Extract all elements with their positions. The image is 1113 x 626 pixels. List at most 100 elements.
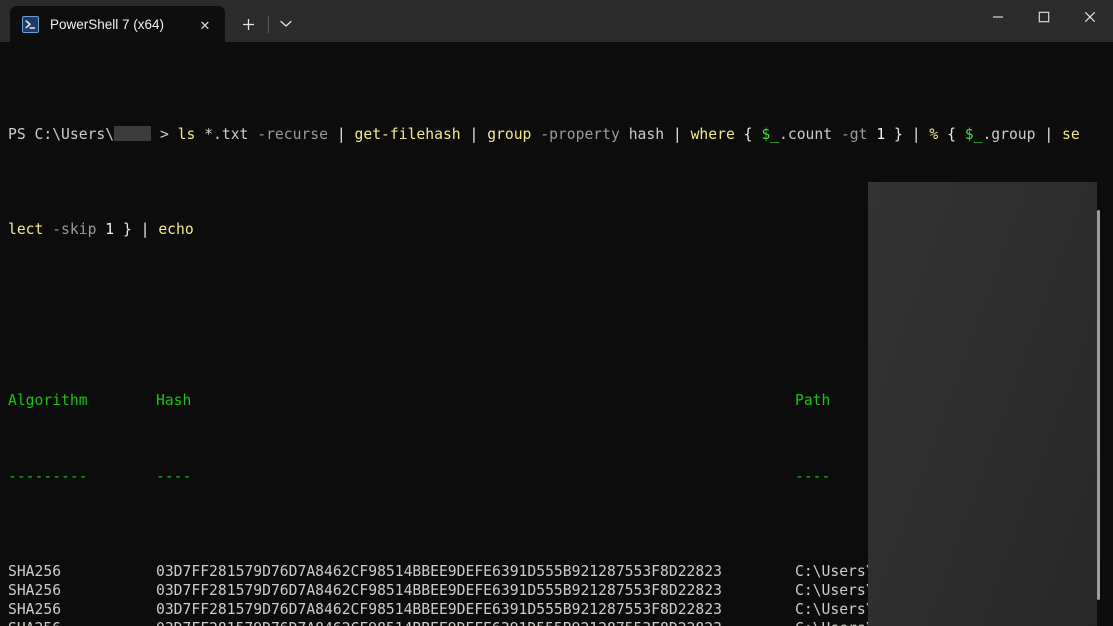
command-token [195,126,204,143]
prompt-caret: > [159,126,169,143]
command-token [346,126,355,143]
window-controls [975,0,1113,34]
command-token: se [1062,126,1080,143]
command-token [461,126,470,143]
command-token: | [911,126,921,143]
command-token [114,221,123,238]
cell-path: C:\Users\ [795,582,875,599]
cell-path: C:\Users\ [795,563,875,580]
close-icon [1084,11,1096,23]
underline-path: ---- [795,468,831,485]
tab-dropdown-button[interactable] [271,6,301,42]
cell-path: C:\Users\ [795,620,875,626]
command-line-2-row: lect -skip 1 } | echo [8,220,1080,239]
powershell-prompt-icon [22,15,39,33]
command-token [735,126,744,143]
tab-strip: PowerShell 7 (x64) ✕ [0,0,301,42]
terminal-screen: PS C:\Users\ > ls *.txt -recurse | get-f… [8,49,1080,626]
maximize-button[interactable] [1021,0,1067,34]
table-header-row: Algorithm Hash Path [8,391,1080,410]
cell-algorithm: SHA256 [8,601,62,618]
table-rows-container: SHA256 03D7FF281579D76D7A8462CF98514BBEE9… [8,562,1080,626]
command-token: where [690,126,735,143]
minimize-icon [993,16,1003,18]
command-token: } [122,221,132,238]
cell-path: C:\Users\ [795,601,875,618]
command-token [248,126,257,143]
command-token: .count [779,126,833,143]
command-token: *.txt [204,126,249,143]
command-token [832,126,841,143]
cell-hash: 03D7FF281579D76D7A8462CF98514BBEE9DEFE63… [156,563,722,580]
command-token: .group [982,126,1036,143]
table-underline-row: --------- ---- ---- [8,467,1080,486]
close-tab-icon[interactable]: ✕ [191,10,219,38]
cell-algorithm: SHA256 [8,563,62,580]
command-token: -gt [840,126,868,143]
command-token: 1 [876,126,886,143]
cell-algorithm: SHA256 [8,619,156,626]
header-hash: Hash [156,392,192,409]
window-titlebar: PowerShell 7 (x64) ✕ [0,0,1113,42]
command-token: { [743,126,753,143]
command-token: lect [8,221,44,238]
table-row: SHA256 03D7FF281579D76D7A8462CF98514BBEE9… [8,562,1080,581]
minimize-button[interactable] [975,0,1021,34]
command-token: % [929,126,939,143]
command-token [885,126,894,143]
close-window-button[interactable] [1067,0,1113,34]
command-token [664,126,673,143]
prompt-line: PS C:\Users\ > ls *.txt -recurse | get-f… [8,125,1080,144]
command-token [96,221,105,238]
cell-hash: 03D7FF281579D76D7A8462CF98514BBEE9DEFE63… [156,601,722,618]
tab-divider [268,16,269,33]
command-token: group [487,126,532,143]
command-token: ls [177,126,196,143]
cell-algorithm: SHA256 [8,582,62,599]
scrollbar-track[interactable] [1097,42,1113,626]
command-token: echo [158,221,194,238]
underline-algorithm: --------- [8,468,88,485]
command-token: { [947,126,956,143]
command-line-1: ls *.txt -recurse | get-filehash | group… [178,126,1080,143]
table-row: SHA256 03D7FF281579D76D7A8462CF98514BBEE9… [8,600,1080,619]
maximize-icon [1038,11,1050,23]
command-token: get-filehash [354,126,461,143]
command-line-2: lect -skip 1 } | echo [8,221,194,238]
command-token: $_ [964,126,983,143]
command-token [938,126,947,143]
command-token: | [1044,126,1054,143]
tab-powershell[interactable]: PowerShell 7 (x64) ✕ [10,6,225,42]
tab-title: PowerShell 7 (x64) [50,16,165,32]
plus-icon [242,18,254,30]
prompt-path: C:\Users\ [34,126,115,143]
command-token: } [894,126,903,143]
command-token: -recurse [257,126,328,143]
command-token [956,126,965,143]
cell-hash: 03D7FF281579D76D7A8462CF98514BBEE9DEFE63… [156,619,795,626]
command-token [620,126,629,143]
command-token [1053,126,1062,143]
command-token [132,221,141,238]
command-token [682,126,691,143]
command-token [867,126,876,143]
command-token [328,126,337,143]
scrollbar-thumb[interactable] [1097,210,1100,600]
command-token: -property [540,126,620,143]
command-token: $_ [761,126,780,143]
redacted-username [114,126,152,141]
new-tab-button[interactable] [230,6,266,42]
cell-hash: 03D7FF281579D76D7A8462CF98514BBEE9DEFE63… [156,582,722,599]
command-token [478,126,487,143]
command-token [531,126,540,143]
command-token: | [672,126,682,143]
command-token: -skip [52,221,97,238]
terminal-body[interactable]: PS C:\Users\ > ls *.txt -recurse | get-f… [0,42,1113,626]
chevron-down-icon [280,20,292,27]
table-row: SHA25603D7FF281579D76D7A8462CF98514BBEE9… [8,619,1080,626]
header-algorithm: Algorithm [8,392,88,409]
table-row: SHA256 03D7FF281579D76D7A8462CF98514BBEE9… [8,581,1080,600]
command-token: hash [628,126,665,143]
command-token [903,126,912,143]
command-token: | [140,221,150,238]
